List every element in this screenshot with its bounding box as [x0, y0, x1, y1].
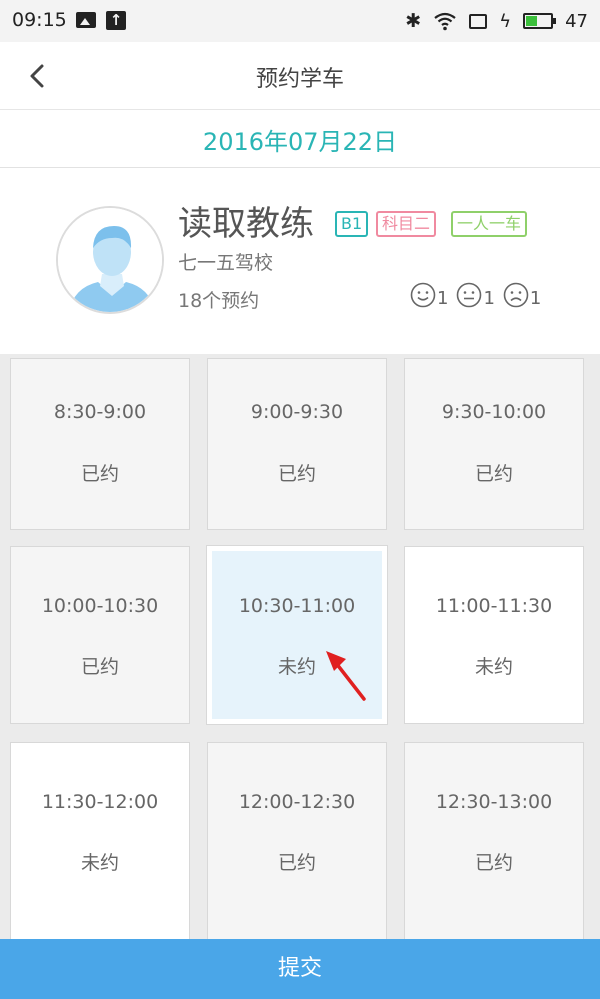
- smile-face-icon: [410, 282, 436, 308]
- slot-status: 已约: [277, 463, 316, 485]
- coach-card: 读取教练 B1 科目二 一人一车 七一五驾校 18个预约 1 1 1: [0, 168, 600, 354]
- rating-neutral-count: 1: [483, 288, 495, 309]
- bluetooth-icon: ✱: [405, 10, 422, 32]
- time-slot[interactable]: 11:30-12:00 未约: [10, 742, 190, 939]
- neutral-face-icon: [457, 282, 482, 308]
- slot-time: 8:30-9:00: [53, 401, 147, 423]
- appointment-count: 18个预约: [178, 290, 260, 312]
- status-bar: 09:15 ↑ ✱ ϟ 47: [0, 0, 600, 42]
- rating-good: 1: [410, 282, 448, 308]
- upload-notification-icon: ↑: [106, 11, 126, 30]
- slot-status: 已约: [80, 656, 119, 678]
- wifi-icon: [434, 12, 456, 31]
- status-icons: ✱ ϟ 47: [405, 8, 588, 34]
- coach-name: 读取教练: [178, 204, 314, 244]
- driving-school: 七一五驾校: [178, 252, 274, 274]
- selected-date: 2016年07月22日: [202, 128, 398, 156]
- subject-badge: 科目二: [376, 211, 437, 237]
- time-slot[interactable]: 11:00-11:30 未约: [404, 546, 584, 724]
- page-title: 预约学车: [255, 67, 344, 92]
- rating-good-count: 1: [437, 288, 449, 309]
- date-bar: 2016年07月22日: [0, 110, 600, 168]
- rating-summary: 1 1 1: [410, 282, 541, 308]
- slot-status: 已约: [474, 463, 513, 485]
- battery-icon: [523, 13, 557, 29]
- time-slot[interactable]: 12:30-13:00 已约: [404, 742, 584, 939]
- battery-level: 47: [565, 10, 588, 32]
- time-slot[interactable]: 10:00-10:30 已约: [10, 546, 190, 724]
- rating-bad: 1: [503, 282, 541, 308]
- slot-status: 已约: [80, 463, 119, 485]
- slot-time: 9:00-9:30: [250, 401, 344, 423]
- submit-button[interactable]: 提交: [0, 939, 600, 999]
- slot-time: 10:00-10:30: [41, 595, 159, 617]
- slot-time: 9:30-10:00: [441, 401, 547, 423]
- sad-face-icon: [503, 282, 529, 308]
- sim-card-icon: [469, 13, 488, 29]
- person-silhouette-icon: [58, 208, 162, 312]
- slot-status: 未约: [474, 656, 513, 678]
- slot-status: 未约: [80, 852, 119, 874]
- time-slot[interactable]: 12:00-12:30 已约: [207, 742, 387, 939]
- nav-bar: 预约学车: [0, 42, 600, 110]
- slot-time: 12:30-13:00: [435, 791, 553, 813]
- status-time: 09:15: [12, 9, 67, 31]
- time-slot[interactable]: 9:30-10:00 已约: [404, 358, 584, 530]
- license-badge: B1: [335, 211, 369, 237]
- red-pointer-arrow-icon: [326, 651, 366, 701]
- mode-badge: 一人一车: [451, 211, 528, 237]
- slot-status: 已约: [277, 852, 316, 874]
- image-notification-icon: [76, 12, 96, 28]
- slot-status: 已约: [474, 852, 513, 874]
- time-slot[interactable]: 9:00-9:30 已约: [207, 358, 387, 530]
- rating-bad-count: 1: [529, 288, 542, 309]
- time-slot[interactable]: 8:30-9:00 已约: [10, 358, 190, 530]
- rating-neutral: 1: [456, 282, 495, 309]
- slot-time: 12:00-12:30: [238, 791, 356, 813]
- time-slot-grid: 8:30-9:00 已约 9:00-9:30 已约 9:30-10:00 已约 …: [0, 354, 600, 939]
- charging-icon: ϟ: [499, 10, 512, 32]
- slot-time: 11:00-11:30: [435, 595, 553, 617]
- slot-time: 10:30-11:00: [238, 595, 356, 617]
- coach-avatar: [56, 206, 164, 314]
- slot-time: 11:30-12:00: [41, 791, 159, 813]
